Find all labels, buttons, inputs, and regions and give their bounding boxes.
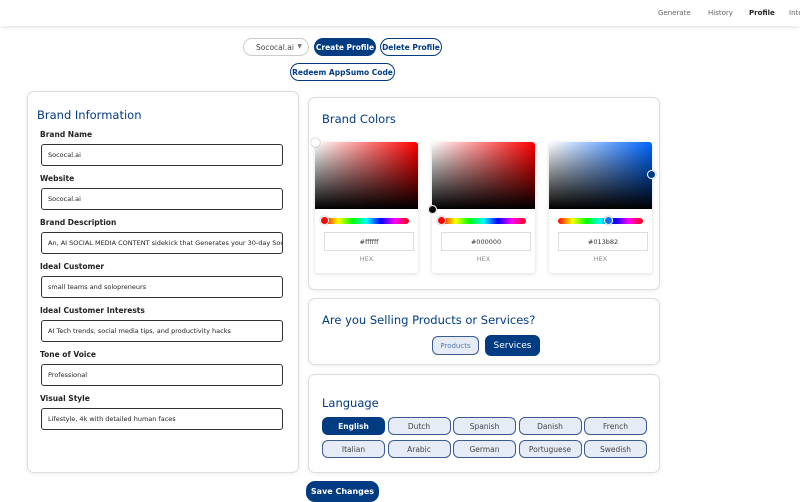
- language-option-german[interactable]: German: [453, 440, 516, 458]
- language-option-danish[interactable]: Danish: [518, 417, 582, 435]
- language-option-portuguese[interactable]: Portuguese: [518, 440, 582, 458]
- language-option-arabic[interactable]: Arabic: [387, 440, 451, 458]
- hex-label: HEX: [476, 255, 491, 263]
- chevron-down-icon: ▼: [297, 43, 302, 50]
- field-label: Visual Style: [40, 394, 90, 403]
- hex-input[interactable]: #000000: [441, 232, 531, 251]
- brand-colors-title: Brand Colors: [322, 112, 396, 126]
- language-option-english[interactable]: English: [322, 417, 385, 435]
- saturation-area[interactable]: [432, 142, 535, 209]
- hex-label: HEX: [593, 255, 608, 263]
- profile-select[interactable]: Sococal.ai ▼: [243, 38, 309, 56]
- field-label: Ideal Customer: [40, 262, 105, 271]
- nav-history[interactable]: History: [708, 9, 733, 17]
- field-label: Brand Description: [40, 218, 117, 227]
- language-option-italian[interactable]: Italian: [322, 440, 385, 458]
- hex-input[interactable]: #ffffff: [324, 232, 414, 251]
- profile-select-value: Sococal.ai: [256, 42, 294, 52]
- field-label: Website: [40, 174, 75, 183]
- field-input[interactable]: small teams and solopreneurs: [41, 276, 283, 298]
- top-nav-bar: Generate History Profile Inte: [0, 0, 800, 26]
- hex-input[interactable]: #013b82: [558, 232, 648, 251]
- color-picker-2[interactable]: #000000 HEX: [428, 142, 535, 273]
- field-label: Brand Name: [40, 130, 93, 139]
- selling-panel: [308, 298, 660, 365]
- color-knob[interactable]: [428, 205, 437, 214]
- color-picker-3[interactable]: #013b82 HEX: [549, 142, 656, 273]
- hue-slider[interactable]: [441, 218, 526, 224]
- field-input[interactable]: Lifestyle, 4k with detailed human faces: [41, 408, 283, 430]
- language-title: Language: [322, 396, 379, 410]
- hex-label: HEX: [359, 255, 374, 263]
- nav-profile[interactable]: Profile: [749, 9, 775, 17]
- delete-profile-button[interactable]: Delete Profile: [380, 38, 442, 56]
- field-label: Ideal Customer Interests: [40, 306, 145, 315]
- nav-integrations[interactable]: Inte: [789, 9, 800, 17]
- color-picker-1[interactable]: #ffffff HEX: [311, 138, 418, 273]
- hue-knob[interactable]: [320, 216, 329, 225]
- nav-generate[interactable]: Generate: [658, 9, 691, 17]
- field-input[interactable]: Professional: [41, 364, 283, 386]
- field-input[interactable]: AI Tech trends, social media tips, and p…: [41, 320, 283, 342]
- field-input[interactable]: An, AI SOCIAL MEDIA CONTENT sidekick tha…: [41, 232, 283, 254]
- field-input[interactable]: Sococal.ai: [41, 188, 283, 210]
- field-label: Tone of Voice: [40, 350, 96, 359]
- hue-slider[interactable]: [324, 218, 409, 224]
- color-knob[interactable]: [311, 138, 320, 147]
- products-option[interactable]: Products: [432, 336, 479, 355]
- brand-information-title: Brand Information: [37, 108, 142, 122]
- hue-knob[interactable]: [604, 216, 613, 225]
- create-profile-button[interactable]: Create Profile: [314, 38, 376, 56]
- language-option-spanish[interactable]: Spanish: [453, 417, 516, 435]
- selling-title: Are you Selling Products or Services?: [322, 313, 536, 327]
- saturation-area[interactable]: [549, 142, 652, 209]
- services-option[interactable]: Services: [485, 335, 540, 356]
- hue-slider[interactable]: [558, 218, 643, 224]
- field-input[interactable]: Sococal.ai: [41, 144, 283, 166]
- language-option-swedish[interactable]: Swedish: [584, 440, 647, 458]
- save-changes-button[interactable]: Save Changes: [306, 481, 379, 502]
- language-option-french[interactable]: French: [584, 417, 647, 435]
- hue-knob[interactable]: [437, 216, 446, 225]
- color-knob[interactable]: [647, 170, 656, 179]
- language-option-dutch[interactable]: Dutch: [387, 417, 451, 435]
- redeem-appsumo-button[interactable]: Redeem AppSumo Code: [290, 63, 395, 81]
- saturation-area[interactable]: [315, 142, 418, 209]
